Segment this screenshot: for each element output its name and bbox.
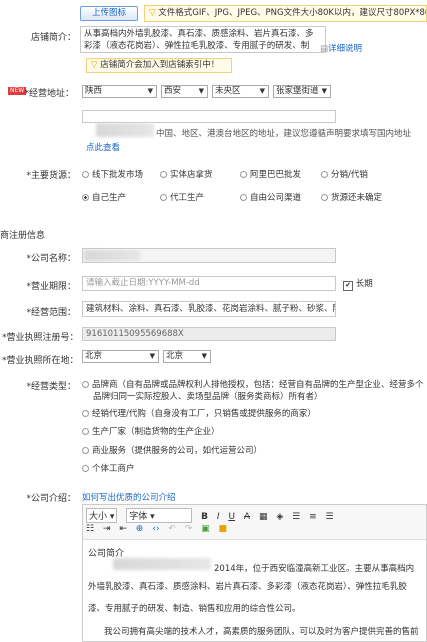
upload-hint: ▽ 文件格式GIF、JPG、JPEG、PNG文件大小80K以内，建议尺寸80PX… [144, 5, 427, 22]
redo-icon[interactable]: ↷ [185, 524, 193, 534]
province-select[interactable]: 陕西 ▼ [82, 85, 157, 98]
table-icon[interactable]: ▦ [259, 512, 268, 522]
image-icon[interactable]: ▣ [201, 524, 210, 534]
note-icon: ▤ [320, 44, 329, 54]
intro-line: 我公司拥有高尖端的技术人才，高素质的服务团队，可以及时为客户提供完善的售前 [104, 627, 419, 637]
license-location-label: *营业执照所在地： [2, 356, 79, 366]
detail-link[interactable]: ▤详细说明 [320, 42, 362, 54]
source-option[interactable]: 代工生产 [160, 191, 204, 203]
undo-icon[interactable]: ↶ [168, 524, 176, 534]
chevron-down-icon: ▼ [149, 352, 155, 360]
address-label: *经营地址： [24, 89, 74, 99]
redacted-area [113, 558, 211, 570]
code-icon[interactable]: ‹› [152, 524, 159, 534]
editor-body[interactable]: 公司简介 2014年，位于西安临潼高新工业区。主要从事高档内 外墙乳胶漆、真石漆… [83, 540, 426, 641]
warning-icon: ▽ [149, 8, 156, 18]
operation-option[interactable]: 商业服务（提供服务的公司，如代运营公司） [82, 444, 262, 456]
link-icon[interactable]: ⊕ [136, 524, 144, 534]
indent-icon[interactable]: ⇥ [103, 524, 111, 534]
source-label: *主要货源： [26, 171, 76, 181]
city-select[interactable]: 西安 ▼ [161, 85, 208, 98]
redacted-area [96, 123, 154, 137]
intro-guide-link[interactable]: 如何写出优质的公司介绍 [82, 491, 176, 503]
business-scope-input[interactable]: 建筑材料、涂料、真石漆、乳胶漆、花岗岩涂料、腻子粉、砂浆、防 [82, 301, 336, 317]
operation-option[interactable]: 个体工商户 [82, 462, 135, 474]
chevron-down-icon: ▼ [321, 87, 327, 95]
view-link[interactable]: 点此查看 [86, 141, 120, 153]
list-icon[interactable]: ☷ [86, 524, 94, 534]
color-icon[interactable]: ◈ [276, 512, 283, 522]
chevron-down-icon: ▼ [147, 87, 153, 95]
intro-line: 外墙乳胶漆、真石漆、质感涂料、岩片真石漆、多彩漆（液态花岗岩）、弹性拉毛乳胶 [88, 582, 407, 592]
section-title: 商注册信息 [0, 231, 46, 241]
long-term-checkbox[interactable]: ✔ 长期 [343, 277, 373, 291]
color-box-icon[interactable]: ■ [219, 524, 228, 534]
operation-option[interactable]: 经销代理/代购（自身没有工厂，只销售或提供服务的商家） [82, 407, 316, 419]
chevron-down-icon: ▼ [198, 87, 204, 95]
strikethrough-button[interactable]: A [244, 512, 250, 522]
source-option[interactable]: 货源还未确定 [321, 191, 382, 203]
operation-option[interactable]: 品牌商（自有品牌或品牌权利人排他授权，包括：经营自有品牌的生产型企业、经营多个 [82, 378, 424, 390]
upload-icon-button[interactable]: 上传图标 [80, 6, 138, 21]
chevron-down-icon: ▼ [201, 352, 207, 360]
license-province-select[interactable]: 北京 ▼ [82, 350, 159, 363]
license-term-input[interactable]: 请输入截止日期:YYYY-MM-dd [82, 276, 336, 291]
operation-option[interactable]: 生产厂家（制造货物的生产企业） [82, 425, 220, 437]
license-term-label: *营业期限： [26, 282, 76, 292]
redacted-area [84, 250, 140, 261]
rich-text-editor[interactable]: 大小 ▾ 字体 ▾ B I U A ▦ ◈ ☰ ≡ ☰ ☷ ⇥ ⇤ ⊕ ‹› ↶… [82, 504, 427, 642]
source-option[interactable]: 自由公司渠道 [240, 191, 301, 203]
address-hint: 中国、地区、港澳台地区的地址，建议您遵循声明要求填写国内地址 [156, 129, 412, 139]
license-no-label: *营业执照注册号： [2, 333, 79, 343]
business-scope-label: *经营范围： [26, 308, 76, 318]
operation-option-line2: 品牌归同一实际控股人、卖场型品牌（服务类商标）所有者） [93, 392, 323, 402]
license-no-input[interactable]: 91610115095569688X [82, 327, 336, 341]
source-option[interactable]: 线下批发市场 [82, 168, 143, 180]
align-center-icon[interactable]: ≡ [309, 512, 317, 522]
outdent-icon[interactable]: ⇤ [119, 524, 127, 534]
editor-toolbar: 大小 ▾ 字体 ▾ B I U A ▦ ◈ ☰ ≡ ☰ ☷ ⇥ ⇤ ⊕ ‹› ↶… [83, 505, 426, 540]
font-family-select[interactable]: 字体 ▾ [126, 508, 193, 523]
source-option[interactable]: 阿里巴巴批发 [240, 168, 301, 180]
warning-icon: ▽ [91, 60, 98, 70]
checkbox-icon: ✔ [343, 281, 353, 291]
source-option-selected[interactable]: 自己生产 [82, 191, 126, 203]
shop-intro-label: 店铺简介： [30, 33, 76, 43]
company-name-label: *公司名称： [26, 254, 76, 264]
align-left-icon[interactable]: ☰ [292, 512, 300, 522]
intro-line: 漆、专用腻子的研发、制造、销售和应用的综合性公司。 [88, 604, 301, 614]
source-option[interactable]: 分销/代销 [321, 168, 368, 180]
operation-type-label: *经营类型： [26, 382, 76, 392]
bold-button[interactable]: B [201, 512, 208, 522]
street-select[interactable]: 张家堡街道 ▼ [273, 85, 331, 98]
source-option[interactable]: 实体店拿货 [160, 168, 213, 180]
address-detail-input[interactable] [82, 110, 336, 123]
underline-button[interactable]: U [228, 512, 235, 522]
district-select[interactable]: 未央区 ▼ [212, 85, 269, 98]
intro-line: 2014年，位于西安临潼高新工业区。主要从事高档内 [214, 564, 415, 574]
license-city-select[interactable]: 北京 ▼ [163, 350, 211, 363]
font-size-select[interactable]: 大小 ▾ [86, 508, 118, 523]
italic-button[interactable]: I [217, 512, 220, 522]
company-intro-label: *公司介绍： [26, 494, 76, 504]
chevron-down-icon: ▼ [259, 87, 265, 95]
shop-intro-textarea[interactable]: 从事高档内外墙乳胶漆、真石漆、质感涂料、岩片真石漆、多 彩漆（液态花岗岩）、弹性… [80, 26, 326, 53]
align-right-icon[interactable]: ☰ [326, 512, 334, 522]
shop-index-tip: ▽ 店铺简介会加入到店铺索引中！ [86, 58, 232, 73]
